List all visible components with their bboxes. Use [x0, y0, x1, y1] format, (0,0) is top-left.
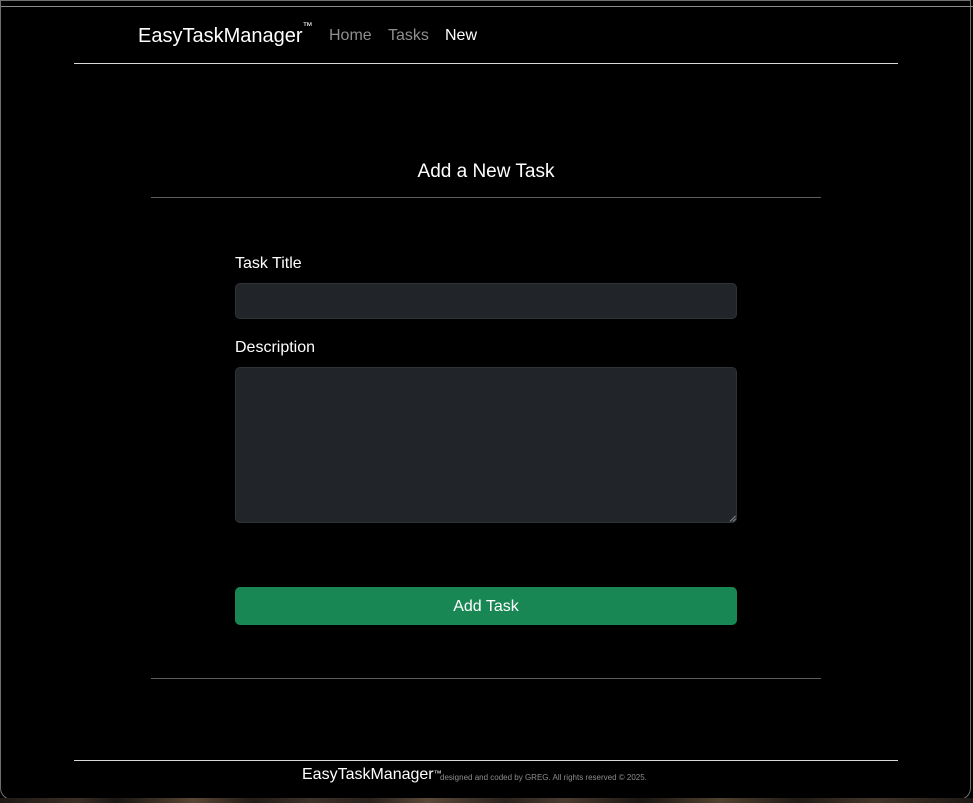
task-title-input[interactable] — [235, 283, 737, 319]
add-task-button[interactable]: Add Task — [235, 587, 737, 625]
footer: EasyTaskManager™ designed and coded by G… — [74, 760, 898, 800]
footer-brand: EasyTaskManager™ — [302, 766, 442, 784]
nav-home-link[interactable]: Home — [329, 26, 372, 46]
add-task-form: Add a New Task Task Title Description Ad… — [151, 146, 821, 679]
footer-credit: designed and coded by GREG. All rights r… — [440, 773, 647, 782]
form-bottom-divider — [151, 678, 821, 679]
browser-window: EasyTaskManager™ Home Tasks New Add a Ne… — [0, 0, 973, 800]
page-title: Add a New Task — [417, 161, 555, 182]
desktop-background-strip — [0, 798, 973, 803]
description-textarea[interactable] — [235, 367, 737, 523]
task-title-label: Task Title — [235, 255, 302, 272]
nav-new-link[interactable]: New — [445, 26, 477, 46]
navbar-brand-name: EasyTaskManager — [138, 25, 303, 47]
description-label: Description — [235, 339, 316, 356]
footer-brand-name: EasyTaskManager — [302, 766, 434, 783]
navbar: EasyTaskManager™ Home Tasks New — [74, 7, 898, 64]
title-divider — [151, 197, 821, 198]
navbar-trademark: ™ — [302, 21, 313, 32]
navbar-brand[interactable]: EasyTaskManager™ — [138, 21, 313, 48]
nav-tasks-link[interactable]: Tasks — [388, 26, 429, 46]
